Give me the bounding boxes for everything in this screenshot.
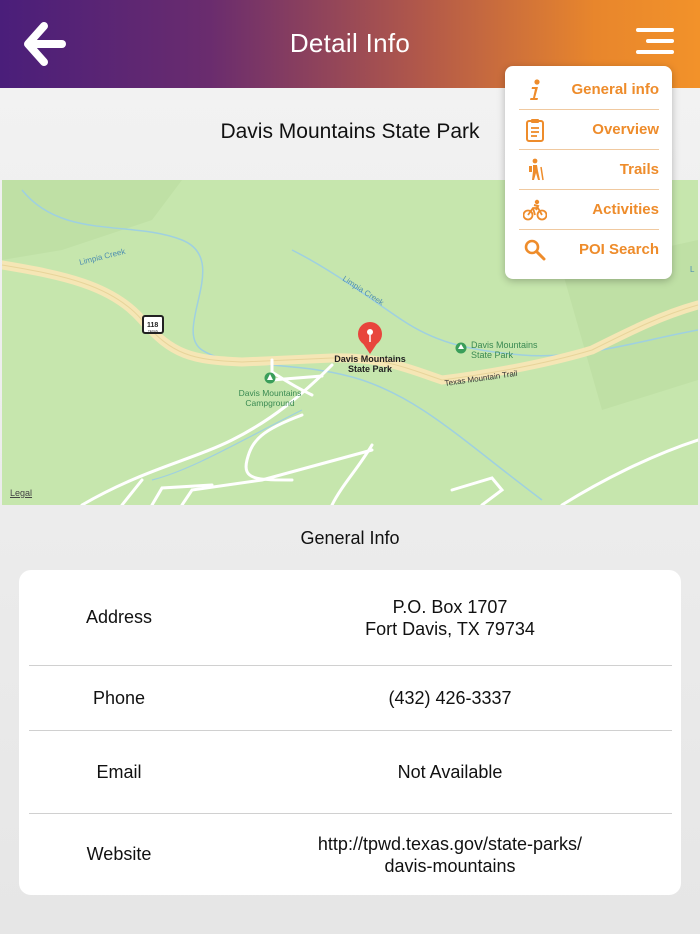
phone-label: Phone xyxy=(92,687,146,708)
address-line1: P.O. Box 1707 xyxy=(392,596,508,617)
map-label-edge: L xyxy=(690,265,695,274)
hiker-icon xyxy=(529,158,544,181)
website-line2: davis-mountains xyxy=(384,855,516,876)
phone-value[interactable]: (432) 426-3337 xyxy=(219,687,681,709)
address-value: P.O. Box 1707 Fort Davis, TX 79734 xyxy=(219,596,681,640)
address-label: Address xyxy=(85,607,153,627)
campground-label-line1: Davis Mountains xyxy=(239,388,302,398)
legal-link[interactable]: Legal xyxy=(10,488,32,498)
menu-item-poi-search[interactable]: POI Search xyxy=(519,230,659,269)
menu-item-label: Overview xyxy=(592,121,659,138)
menu-item-trails[interactable]: Trails xyxy=(519,150,659,190)
poi-label-line1: Davis Mountains xyxy=(471,340,538,350)
menu-icon-line xyxy=(646,39,674,43)
phone-row[interactable]: Phone (432) 426-3337 xyxy=(19,666,681,730)
poi-label-line2: State Park xyxy=(471,350,514,360)
menu-item-activities[interactable]: Activities xyxy=(519,190,659,230)
info-card: Address P.O. Box 1707 Fort Davis, TX 797… xyxy=(19,570,681,895)
map-label-creek: Limpia Creek xyxy=(78,247,127,267)
map-label-creek: Limpia Creek xyxy=(341,274,386,308)
email-value: Not Available xyxy=(397,762,503,782)
menu-item-label: General info xyxy=(571,81,659,98)
website-label: Website xyxy=(86,844,152,864)
menu-item-label: Activities xyxy=(592,201,659,218)
page-title: Detail Info xyxy=(289,28,411,58)
section-title: General Info xyxy=(300,528,400,548)
website-value[interactable]: http://tpwd.texas.gov/state-parks/ davis… xyxy=(219,833,681,877)
map-pin-icon[interactable] xyxy=(358,322,382,354)
clipboard-icon xyxy=(526,119,544,142)
address-row: Address P.O. Box 1707 Fort Davis, TX 797… xyxy=(19,570,681,665)
address-line2: Fort Davis, TX 79734 xyxy=(365,618,535,639)
website-line1: http://tpwd.texas.gov/state-parks/ xyxy=(317,833,583,854)
campground-label-line2: Campground xyxy=(245,398,294,408)
email-label: Email xyxy=(96,761,142,782)
website-row[interactable]: Website http://tpwd.texas.gov/state-park… xyxy=(19,814,681,895)
search-icon xyxy=(524,239,546,261)
dropdown-menu: General info Overview Trails Activities xyxy=(505,66,672,279)
menu-item-general-info[interactable]: General info xyxy=(519,70,659,110)
menu-button[interactable] xyxy=(632,28,674,60)
menu-icon-line xyxy=(636,50,674,54)
route-badge-sub: TEXAS xyxy=(148,329,158,333)
menu-item-label: Trails xyxy=(619,161,659,178)
menu-item-overview[interactable]: Overview xyxy=(519,110,659,150)
route-badge: 118 xyxy=(147,322,158,329)
menu-item-label: POI Search xyxy=(578,241,659,258)
pin-label-line1: Davis Mountains xyxy=(334,354,406,364)
menu-icon xyxy=(636,28,674,32)
info-icon xyxy=(530,79,540,100)
pin-label-line2: State Park xyxy=(348,364,393,374)
email-row: Email Not Available xyxy=(19,731,681,813)
bicycle-icon xyxy=(523,199,547,221)
